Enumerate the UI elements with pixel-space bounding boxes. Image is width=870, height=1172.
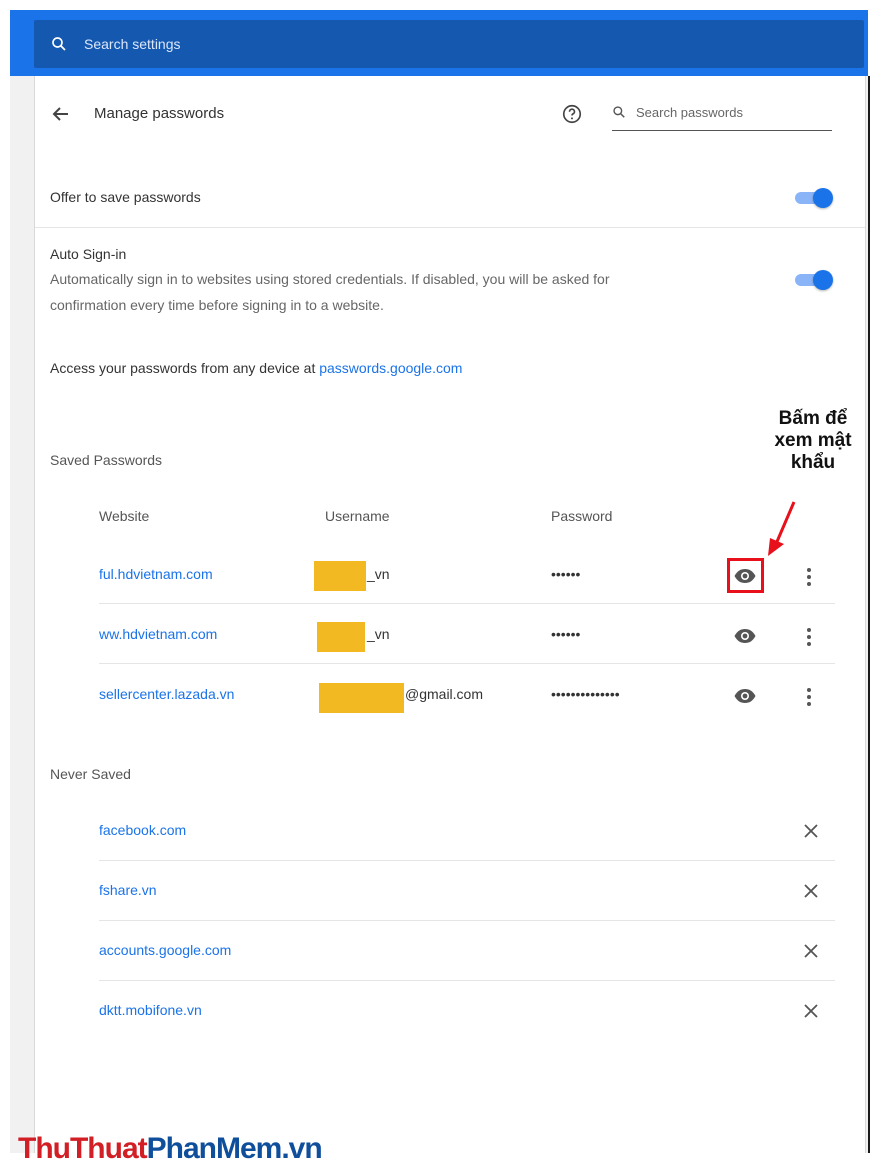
saved-site-link[interactable]: ww.hdvietnam.com [99, 626, 217, 642]
search-icon [613, 106, 625, 118]
auto-signin-description: Automatically sign in to websites using … [50, 266, 740, 318]
annotation-arrow-icon [768, 501, 796, 556]
settings-page: Manage passwords Search passwords Offer … [10, 76, 868, 1153]
watermark-part1: ThuThuat [18, 1132, 148, 1165]
annotation-line2: xem mật [774, 430, 852, 451]
search-settings-placeholder: Search settings [84, 36, 181, 52]
saved-passwords-title: Saved Passwords [50, 452, 163, 468]
eye-icon[interactable] [733, 624, 757, 648]
column-password: Password [551, 508, 613, 524]
saved-username: _vn [367, 626, 390, 642]
saved-password-masked: •••••• [551, 566, 581, 582]
eye-icon-highlight-box [727, 558, 764, 593]
saved-username: @gmail.com [405, 686, 484, 702]
saved-password-masked: •••••••••••••• [551, 686, 620, 702]
redacted-username [314, 561, 366, 591]
annotation-line3: khẩu [790, 452, 836, 473]
never-saved-site-link[interactable]: fshare.vn [99, 882, 157, 898]
manage-passwords-card: Manage passwords Search passwords Offer … [34, 76, 866, 1153]
saved-site-link[interactable]: ful.hdvietnam.com [99, 566, 213, 582]
divider [99, 663, 835, 664]
search-passwords-field[interactable]: Search passwords [612, 96, 832, 131]
search-settings-box[interactable]: Search settings [34, 20, 864, 68]
saved-password-masked: •••••• [551, 626, 581, 642]
search-icon [52, 37, 66, 51]
settings-top-bar: Search settings [10, 10, 868, 76]
offer-to-save-toggle[interactable] [793, 188, 833, 208]
access-passwords-prefix: Access your passwords from any device at [50, 360, 320, 376]
auto-signin-description-line1: Automatically sign in to websites using … [50, 271, 610, 287]
divider [99, 980, 835, 981]
toggle-knob [813, 188, 833, 208]
never-saved-site-link[interactable]: accounts.google.com [99, 942, 231, 958]
auto-signin-description-line2: confirmation every time before signing i… [50, 297, 384, 313]
annotation-line1: Bấm để [778, 408, 848, 429]
column-username: Username [325, 508, 390, 524]
search-passwords-placeholder: Search passwords [636, 105, 743, 120]
more-vert-icon[interactable] [799, 625, 819, 649]
divider [99, 920, 835, 921]
never-saved-title: Never Saved [50, 766, 131, 782]
never-saved-site-link[interactable]: dktt.mobifone.vn [99, 1002, 202, 1018]
never-saved-site-link[interactable]: facebook.com [99, 822, 186, 838]
divider [35, 227, 865, 228]
auto-signin-toggle[interactable] [793, 270, 833, 290]
more-vert-icon[interactable] [799, 685, 819, 709]
watermark-part2: PhanMem.vn [146, 1132, 323, 1165]
annotation-text: Bấm để xem mật khẩu [756, 408, 870, 474]
saved-username: _vn [367, 566, 390, 582]
subpage-header: Manage passwords Search passwords [35, 76, 865, 152]
saved-site-link[interactable]: sellercenter.lazada.vn [99, 686, 234, 702]
column-website: Website [99, 508, 150, 524]
auto-signin-label: Auto Sign-in [50, 246, 127, 262]
passwords-google-link[interactable]: passwords.google.com [319, 360, 462, 376]
access-passwords-text: Access your passwords from any device at… [50, 360, 462, 376]
close-icon[interactable] [801, 1001, 821, 1021]
redacted-username [319, 683, 404, 713]
watermark-logo: ThuThuatPhanMem.vn [18, 1132, 323, 1172]
eye-icon[interactable] [733, 684, 757, 708]
divider [99, 860, 835, 861]
back-arrow-icon[interactable] [49, 102, 73, 126]
close-icon[interactable] [801, 821, 821, 841]
page-title: Manage passwords [94, 105, 225, 122]
close-icon[interactable] [801, 941, 821, 961]
more-vert-icon[interactable] [799, 565, 819, 589]
toggle-knob [813, 270, 833, 290]
divider [99, 603, 835, 604]
redacted-username [317, 622, 365, 652]
help-icon[interactable] [561, 103, 583, 125]
close-icon[interactable] [801, 881, 821, 901]
offer-to-save-label: Offer to save passwords [50, 189, 201, 205]
